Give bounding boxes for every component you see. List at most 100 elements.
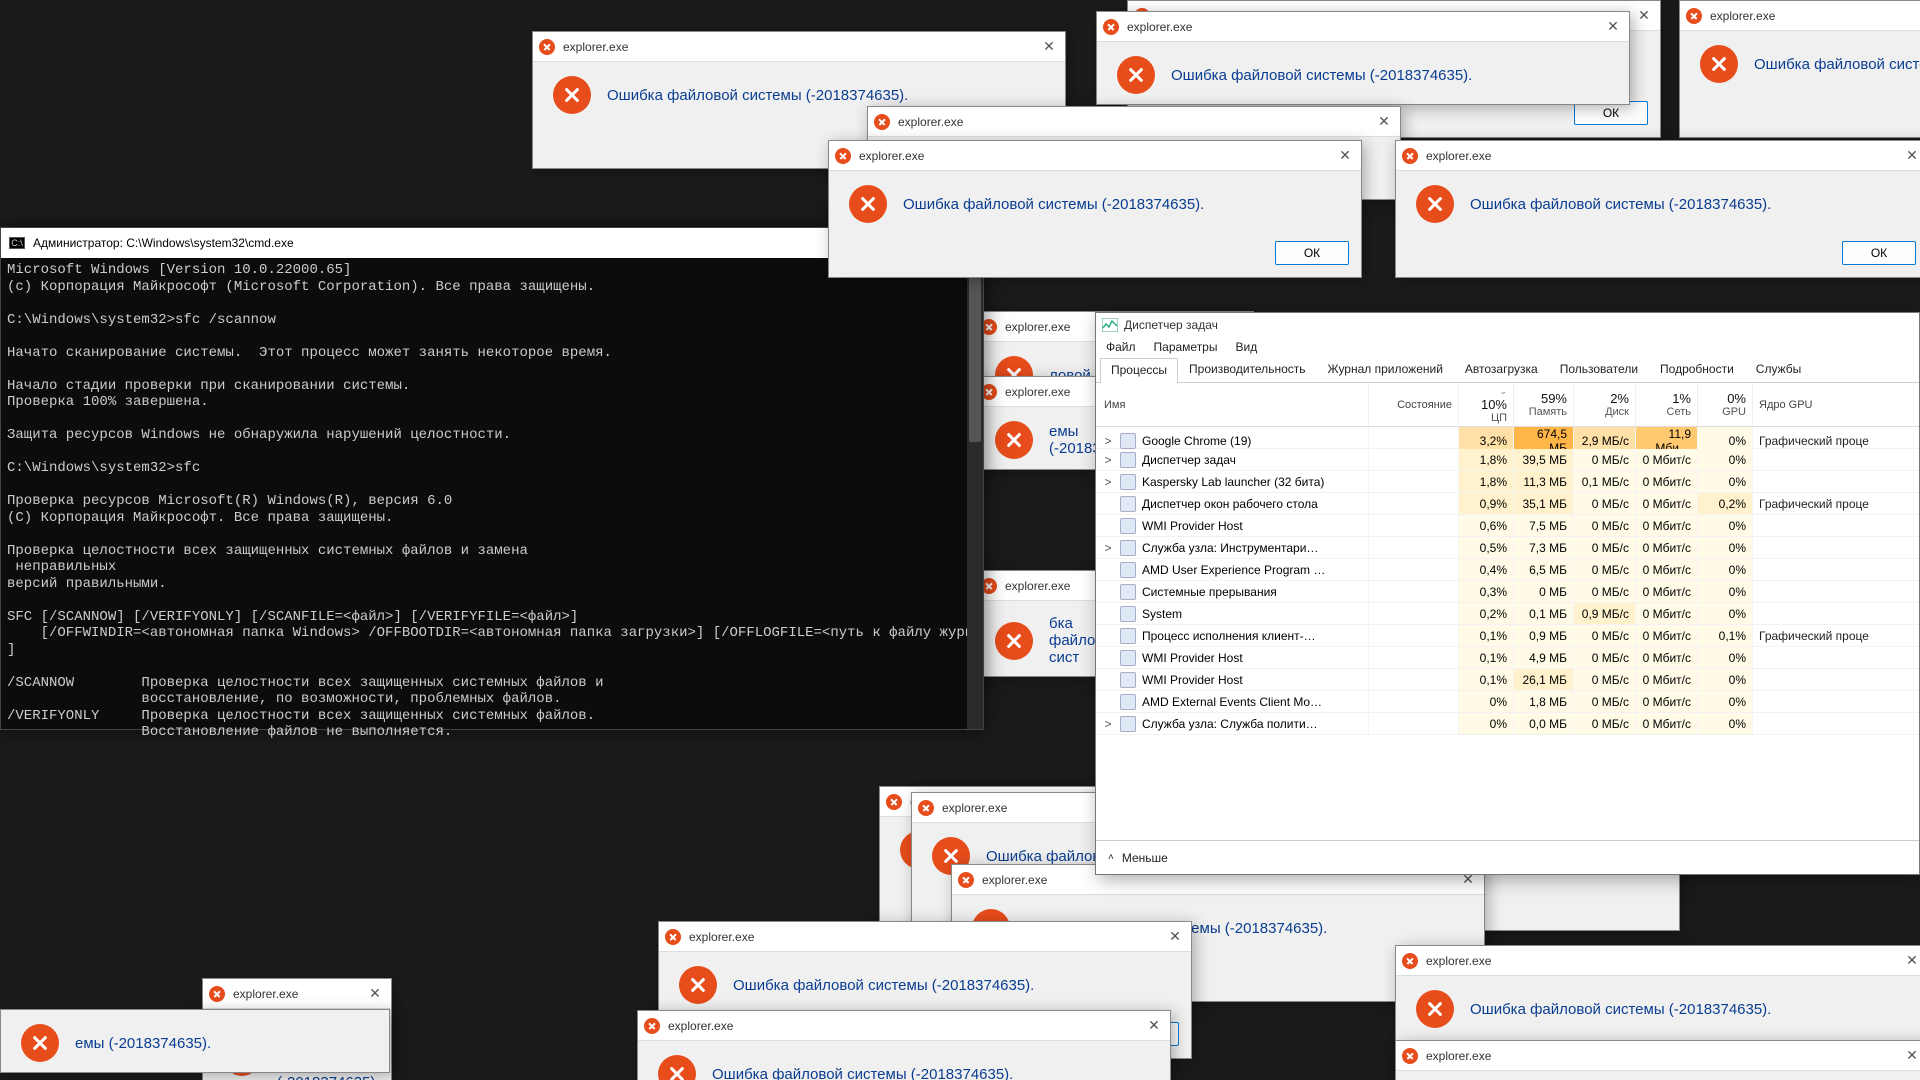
process-row[interactable]: > Kaspersky Lab launcher (32 бита) 1,8% … xyxy=(1096,471,1919,493)
dialog-titlebar[interactable]: explorer.exe ✕ xyxy=(1396,1041,1920,1071)
status-cell xyxy=(1368,471,1458,492)
expand-icon[interactable]: > xyxy=(1102,541,1114,555)
close-icon[interactable]: ✕ xyxy=(1902,952,1920,969)
process-row[interactable]: WMI Provider Host 0,6% 7,5 МБ 0 МБ/с 0 М… xyxy=(1096,515,1919,537)
process-row[interactable]: WMI Provider Host 0,1% 26,1 МБ 0 МБ/с 0 … xyxy=(1096,669,1919,691)
col-gpu[interactable]: 0%GPU xyxy=(1697,383,1752,426)
gpu-engine-cell xyxy=(1752,449,1919,470)
disk-cell: 0 МБ/с xyxy=(1573,537,1635,558)
col-name[interactable]: Имя xyxy=(1096,383,1368,426)
dialog-titlebar[interactable]: explorer.exe ✕ xyxy=(638,1011,1170,1041)
close-icon[interactable]: ✕ xyxy=(1603,18,1623,35)
ok-button[interactable]: ОК xyxy=(1275,241,1349,265)
process-row[interactable]: AMD User Experience Program … 0,4% 6,5 М… xyxy=(1096,559,1919,581)
process-row[interactable]: > Служба узла: Инструментари… 0,5% 7,3 М… xyxy=(1096,537,1919,559)
close-icon[interactable]: ✕ xyxy=(1039,38,1059,55)
col-status[interactable]: Состояние xyxy=(1368,383,1458,426)
dialog-titlebar[interactable]: explorer.exe ✕ xyxy=(659,922,1191,952)
tab-3[interactable]: Автозагрузка xyxy=(1454,357,1549,382)
tab-4[interactable]: Пользователи xyxy=(1549,357,1649,382)
menu-view[interactable]: Вид xyxy=(1235,340,1257,354)
scrollbar[interactable] xyxy=(967,258,983,729)
close-icon[interactable]: ✕ xyxy=(365,985,385,1002)
error-icon xyxy=(1117,56,1155,94)
dialog-titlebar[interactable]: explorer.exe ✕ xyxy=(203,979,391,1009)
gpu-engine-cell xyxy=(1752,669,1919,690)
tab-5[interactable]: Подробности xyxy=(1649,357,1745,382)
cmd-icon: C:\ xyxy=(9,237,25,249)
gpu-engine-cell xyxy=(1752,471,1919,492)
cmd-title-text: Администратор: C:\Windows\system32\cmd.e… xyxy=(33,236,294,250)
col-gpu-engine[interactable]: Ядро GPU xyxy=(1752,383,1919,426)
expand-icon[interactable]: > xyxy=(1102,475,1114,489)
error-icon xyxy=(1402,953,1418,969)
process-row[interactable]: > Диспетчер задач 1,8% 39,5 МБ 0 МБ/с 0 … xyxy=(1096,449,1919,471)
status-cell xyxy=(1368,625,1458,646)
tab-1[interactable]: Производительность xyxy=(1178,357,1316,382)
cpu-cell: 0,6% xyxy=(1458,515,1513,536)
close-icon[interactable]: ✕ xyxy=(1374,113,1394,130)
tab-0[interactable]: Процессы xyxy=(1100,358,1178,383)
expand-icon[interactable]: > xyxy=(1102,453,1114,467)
process-name-cell: AMD User Experience Program … xyxy=(1096,559,1368,580)
expand-icon[interactable]: > xyxy=(1102,717,1114,731)
close-icon[interactable]: ✕ xyxy=(1144,1017,1164,1034)
process-name-cell: WMI Provider Host xyxy=(1096,647,1368,668)
net-cell: 0 Мбит/с xyxy=(1635,471,1697,492)
dialog-titlebar[interactable]: explorer.exe ✕ xyxy=(1396,141,1920,171)
net-cell: 0 Мбит/с xyxy=(1635,515,1697,536)
mem-cell: 0 МБ xyxy=(1513,581,1573,602)
dialog-body: Ошибка файловой системы (-2018374635). xyxy=(829,171,1361,233)
process-name-cell: WMI Provider Host xyxy=(1096,669,1368,690)
task-manager-window: Диспетчер задач Файл Параметры Вид Проце… xyxy=(1095,312,1920,875)
dialog-titlebar[interactable]: explorer.exe ✕ xyxy=(829,141,1361,171)
col-net[interactable]: 1%Сеть xyxy=(1635,383,1697,426)
mem-cell: 0,0 МБ xyxy=(1513,713,1573,734)
cmd-output[interactable]: Microsoft Windows [Version 10.0.22000.65… xyxy=(1,258,983,745)
cpu-cell: 1,8% xyxy=(1458,471,1513,492)
process-name: Диспетчер окон рабочего стола xyxy=(1142,497,1318,511)
process-row[interactable]: AMD External Events Client Mo… 0% 1,8 МБ… xyxy=(1096,691,1919,713)
process-row[interactable]: Диспетчер окон рабочего стола 0,9% 35,1 … xyxy=(1096,493,1919,515)
error-icon xyxy=(874,114,890,130)
error-message: Ошибка файловой системы (-2018374635). xyxy=(903,196,1204,213)
close-icon[interactable]: ✕ xyxy=(1902,1047,1920,1064)
scrollbar-thumb[interactable] xyxy=(969,262,981,442)
close-icon[interactable]: ✕ xyxy=(1902,147,1920,164)
dialog-titlebar[interactable]: explorer.exe ✕ xyxy=(1680,1,1920,31)
process-row[interactable]: > Служба узла: Служба полити… 0% 0,0 МБ … xyxy=(1096,713,1919,735)
col-cpu[interactable]: ⌄10%ЦП xyxy=(1458,383,1513,426)
disk-cell: 0 МБ/с xyxy=(1573,581,1635,602)
tab-6[interactable]: Службы xyxy=(1745,357,1812,382)
dialog-body: Ошибка файловой системы (-2018374635). xyxy=(1097,42,1629,104)
process-row[interactable]: > Google Chrome (19) 3,2% 674,5 МБ 2,9 М… xyxy=(1096,427,1919,449)
dialog-titlebar[interactable]: explorer.exe ✕ xyxy=(533,32,1065,62)
process-name: System xyxy=(1142,607,1182,621)
dialog-titlebar[interactable]: explorer.exe ✕ xyxy=(1097,12,1629,42)
fewer-details[interactable]: Меньше xyxy=(1122,851,1168,865)
process-row[interactable]: WMI Provider Host 0,1% 4,9 МБ 0 МБ/с 0 М… xyxy=(1096,647,1919,669)
tm-grid: Имя Состояние ⌄10%ЦП 59%Память 2%Диск 1%… xyxy=(1096,383,1919,840)
menu-file[interactable]: Файл xyxy=(1106,340,1136,354)
close-icon[interactable]: ✕ xyxy=(1335,147,1355,164)
process-name-cell: > Служба узла: Служба полити… xyxy=(1096,713,1368,734)
dialog-title: explorer.exe xyxy=(982,873,1047,887)
close-icon[interactable]: ✕ xyxy=(1165,928,1185,945)
process-row[interactable]: Системные прерывания 0,3% 0 МБ 0 МБ/с 0 … xyxy=(1096,581,1919,603)
tm-titlebar[interactable]: Диспетчер задач xyxy=(1096,313,1919,337)
chevron-up-icon[interactable]: ˄ xyxy=(1108,852,1114,863)
col-mem[interactable]: 59%Память xyxy=(1513,383,1573,426)
process-row[interactable]: Процесс исполнения клиент-… 0,1% 0,9 МБ … xyxy=(1096,625,1919,647)
col-disk[interactable]: 2%Диск xyxy=(1573,383,1635,426)
dialog-title: explorer.exe xyxy=(563,40,628,54)
mem-cell: 1,8 МБ xyxy=(1513,691,1573,712)
process-row[interactable]: System 0,2% 0,1 МБ 0,9 МБ/с 0 Мбит/с 0% xyxy=(1096,603,1919,625)
error-icon xyxy=(553,76,591,114)
dialog-titlebar[interactable]: explorer.exe ✕ xyxy=(1396,946,1920,976)
close-icon[interactable]: ✕ xyxy=(1634,7,1654,24)
dialog-titlebar[interactable]: explorer.exe ✕ xyxy=(868,107,1400,137)
tab-2[interactable]: Журнал приложений xyxy=(1317,357,1454,382)
expand-icon[interactable]: > xyxy=(1102,434,1114,448)
menu-options[interactable]: Параметры xyxy=(1154,340,1218,354)
ok-button[interactable]: ОК xyxy=(1842,241,1916,265)
